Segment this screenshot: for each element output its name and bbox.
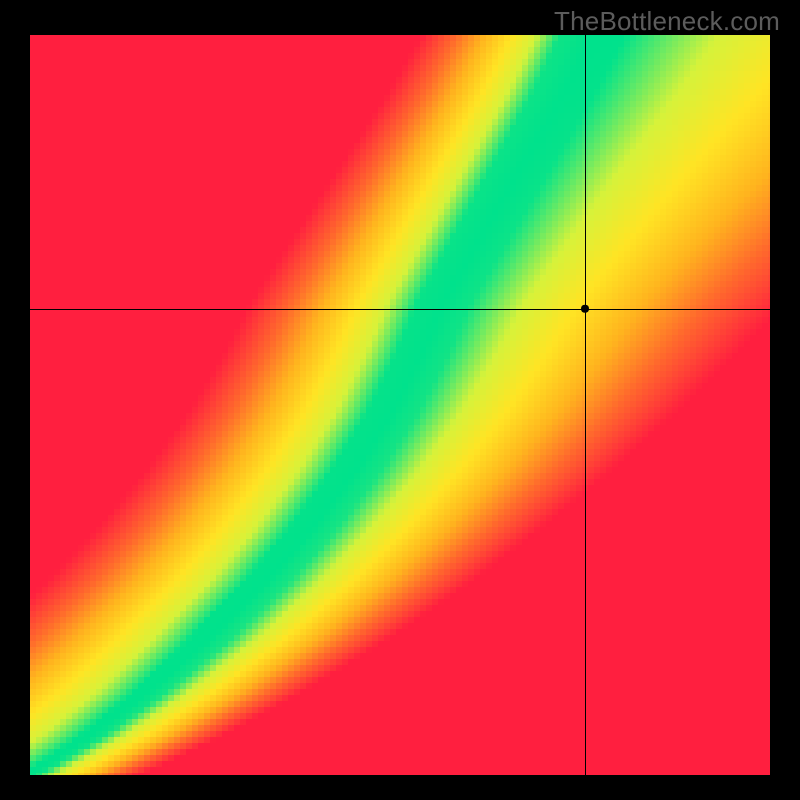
chart-frame: TheBottleneck.com <box>0 0 800 800</box>
watermark-text: TheBottleneck.com <box>554 6 780 37</box>
bottleneck-heatmap <box>30 35 770 775</box>
